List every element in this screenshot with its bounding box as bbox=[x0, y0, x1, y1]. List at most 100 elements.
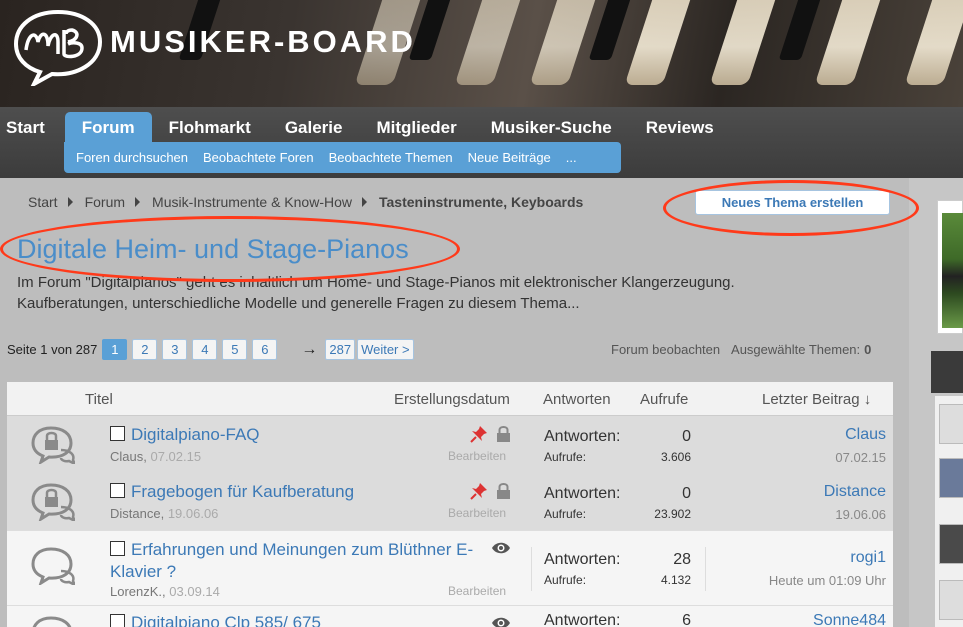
replies-count: 28 bbox=[673, 551, 691, 568]
thread-bubble-icon bbox=[31, 547, 75, 585]
nav-tab-forum[interactable]: Forum bbox=[64, 112, 152, 144]
forum-controls: Forum beobachten Ausgewählte Themen: 0 bbox=[611, 342, 879, 357]
selected-threads-link[interactable]: Ausgewählte Themen: 0 bbox=[731, 342, 871, 357]
subnav-new-posts[interactable]: Neue Beiträge bbox=[468, 150, 551, 165]
breadcrumb-separator-icon bbox=[135, 197, 141, 207]
replies-count: 0 bbox=[682, 428, 691, 445]
page-title: Digitale Heim- und Stage-Pianos bbox=[17, 234, 409, 264]
selected-threads-label: Ausgewählte Themen: bbox=[731, 342, 861, 357]
page-link-4[interactable]: 4 bbox=[192, 339, 218, 360]
replies-label: Antworten: bbox=[544, 485, 621, 502]
mb-speech-bubble-logo-icon bbox=[13, 9, 103, 86]
replies-label: Antworten: bbox=[544, 428, 621, 445]
main-navigation: Start Forum Flohmarkt Galerie Mitglieder… bbox=[0, 107, 963, 178]
subnav-more[interactable]: ... bbox=[566, 150, 577, 165]
thread-status-icons bbox=[491, 541, 511, 555]
thread-author[interactable]: Distance bbox=[110, 506, 161, 521]
next-page-button[interactable]: Weiter > bbox=[357, 339, 414, 360]
page-link-5[interactable]: 5 bbox=[222, 339, 248, 360]
nav-tab-galerie[interactable]: Galerie bbox=[268, 112, 360, 144]
replies-label: Antworten: bbox=[544, 612, 621, 627]
thread-select-checkbox[interactable] bbox=[110, 483, 125, 498]
column-title[interactable]: Titel bbox=[85, 391, 113, 408]
page-count-label: Seite 1 von 287 bbox=[7, 342, 98, 357]
column-views[interactable]: Aufrufe bbox=[640, 391, 688, 408]
watch-forum-link[interactable]: Forum beobachten bbox=[611, 342, 720, 357]
thread-title-link[interactable]: Erfahrungen und Meinungen zum Blüthner E… bbox=[110, 539, 490, 583]
thread-meta: Distance, 19.06.06 bbox=[110, 506, 219, 521]
avatar[interactable] bbox=[939, 524, 963, 564]
subnav-search-forums[interactable]: Foren durchsuchen bbox=[76, 150, 188, 165]
thread-list: Titel Erstellungsdatum Antworten Aufrufe… bbox=[7, 382, 893, 627]
views-count: 3.606 bbox=[660, 450, 691, 464]
pagination: Seite 1 von 287 1 2 3 4 5 6 → 287 Weiter… bbox=[7, 339, 414, 360]
thread-title-link[interactable]: Digitalpiano Clp 585/ 675 bbox=[131, 612, 321, 627]
subnav-watched-forums[interactable]: Beobachtete Foren bbox=[203, 150, 314, 165]
breadcrumb-start[interactable]: Start bbox=[28, 194, 58, 210]
thread-status-icons bbox=[470, 425, 511, 443]
last-post-user[interactable]: Claus bbox=[845, 426, 886, 444]
locked-thread-icon bbox=[31, 483, 75, 521]
views-label: Aufrufe: bbox=[544, 573, 587, 587]
nav-tab-flohmarkt[interactable]: Flohmarkt bbox=[152, 112, 268, 144]
forum-description: Im Forum "Digitalpianos" geht es inhaltl… bbox=[17, 274, 735, 312]
thread-select-checkbox[interactable] bbox=[110, 614, 125, 627]
thread-title-link[interactable]: Digitalpiano-FAQ bbox=[131, 424, 260, 446]
edit-thread-link[interactable]: Bearbeiten bbox=[448, 506, 506, 520]
avatar[interactable] bbox=[939, 404, 963, 444]
nav-tab-reviews[interactable]: Reviews bbox=[629, 112, 731, 144]
views-count: 4.132 bbox=[660, 573, 691, 587]
subnav-watched-threads[interactable]: Beobachtete Themen bbox=[329, 150, 453, 165]
page-link-1[interactable]: 1 bbox=[102, 339, 128, 360]
site-logo[interactable]: MUSIKER-BOARD bbox=[12, 6, 416, 86]
edit-thread-link[interactable]: Bearbeiten bbox=[448, 584, 506, 598]
thread-author[interactable]: LorenzK. bbox=[110, 584, 162, 599]
column-last-post[interactable]: Letzter Beitrag ↓ bbox=[762, 391, 871, 408]
nav-tab-start[interactable]: Start bbox=[0, 112, 65, 144]
table-row: Fragebogen für Kaufberatung Distance, 19… bbox=[7, 473, 893, 530]
thread-meta: Claus, 07.02.15 bbox=[110, 449, 202, 464]
page-link-6[interactable]: 6 bbox=[252, 339, 278, 360]
pin-icon bbox=[470, 426, 487, 443]
table-row: Digitalpiano-FAQ Claus, 07.02.15 Bearbei… bbox=[7, 416, 893, 473]
pin-icon bbox=[470, 483, 487, 500]
page-link-last[interactable]: 287 bbox=[325, 339, 356, 360]
avatar[interactable] bbox=[939, 458, 963, 498]
thread-select-checkbox[interactable] bbox=[110, 426, 125, 441]
breadcrumb-instruments[interactable]: Musik-Instrumente & Know-How bbox=[152, 194, 352, 210]
thread-bubble-icon bbox=[32, 616, 72, 627]
column-replies[interactable]: Antworten bbox=[543, 391, 611, 408]
arrow-right-icon: → bbox=[301, 340, 318, 358]
views-label: Aufrufe: bbox=[544, 507, 587, 521]
sidebar-member-list bbox=[935, 396, 963, 627]
nav-tab-mitglieder[interactable]: Mitglieder bbox=[359, 112, 473, 144]
thread-status-icons bbox=[470, 482, 511, 500]
lock-icon bbox=[497, 483, 510, 499]
thread-title-link[interactable]: Fragebogen für Kaufberatung bbox=[131, 481, 354, 503]
column-divider bbox=[705, 547, 706, 591]
column-created[interactable]: Erstellungsdatum bbox=[394, 391, 510, 408]
column-divider bbox=[531, 547, 532, 591]
page-link-3[interactable]: 3 bbox=[162, 339, 188, 360]
nav-tab-musiker-suche[interactable]: Musiker-Suche bbox=[474, 112, 629, 144]
last-post-date[interactable]: 07.02.15 bbox=[835, 450, 886, 465]
last-post-user[interactable]: Distance bbox=[824, 483, 886, 501]
avatar[interactable] bbox=[939, 580, 963, 620]
logo-text: MUSIKER-BOARD bbox=[110, 24, 416, 59]
table-row: Erfahrungen und Meinungen zum Blüthner E… bbox=[7, 530, 893, 605]
thread-date: 19.06.06 bbox=[167, 506, 219, 521]
page-link-2[interactable]: 2 bbox=[132, 339, 158, 360]
breadcrumb-forum[interactable]: Forum bbox=[85, 194, 125, 210]
breadcrumb-separator-icon bbox=[67, 197, 73, 207]
views-count: 23.902 bbox=[654, 507, 691, 521]
last-post-user[interactable]: Sonne484 bbox=[813, 612, 886, 627]
breadcrumb-current[interactable]: Tasteninstrumente, Keyboards bbox=[379, 194, 583, 210]
last-post-date[interactable]: Heute um 01:09 Uhr bbox=[769, 573, 886, 588]
last-post-user[interactable]: rogi1 bbox=[850, 549, 886, 567]
new-thread-button[interactable]: Neues Thema erstellen bbox=[695, 190, 890, 215]
last-post-date[interactable]: 19.06.06 bbox=[835, 507, 886, 522]
edit-thread-link[interactable]: Bearbeiten bbox=[448, 449, 506, 463]
thread-author[interactable]: Claus bbox=[110, 449, 143, 464]
replies-count: 6 bbox=[682, 612, 691, 627]
sidebar-photo[interactable] bbox=[937, 200, 963, 334]
